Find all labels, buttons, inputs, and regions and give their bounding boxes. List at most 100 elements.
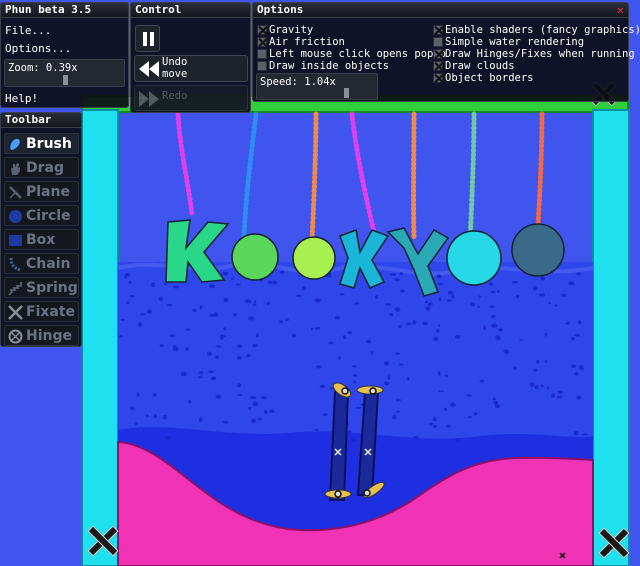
water-droplet xyxy=(384,381,390,386)
water-droplet xyxy=(548,302,551,305)
app-title: Phun beta 3.5 xyxy=(1,3,128,18)
water-droplet xyxy=(529,382,535,387)
pause-button[interactable] xyxy=(135,25,160,52)
water-droplet xyxy=(489,305,495,309)
water-droplet xyxy=(138,322,142,327)
water-droplet xyxy=(130,406,135,411)
water-droplet xyxy=(338,356,341,360)
checkbox-unchecked-icon[interactable] xyxy=(257,49,267,59)
tool-spring[interactable]: Spring xyxy=(4,277,79,298)
control-title: Control xyxy=(131,3,250,18)
water-droplet xyxy=(319,384,326,388)
checkbox-checked-icon[interactable] xyxy=(433,73,443,83)
zoom-slider[interactable]: Zoom: 0.39x xyxy=(4,59,125,87)
file-menu-item[interactable]: File... xyxy=(5,23,51,39)
water-droplet xyxy=(252,401,259,406)
tool-chain[interactable]: Chain xyxy=(4,253,79,274)
toolbar-panel: Toolbar Brush Drag Plane Circle Box Chai… xyxy=(0,112,82,347)
water-droplet xyxy=(285,318,289,322)
checkbox-checked-icon[interactable] xyxy=(257,25,267,35)
water-droplet xyxy=(146,309,152,314)
help-menu-item[interactable]: Help! xyxy=(5,91,38,107)
checkbox-checked-icon[interactable] xyxy=(257,37,267,47)
close-icon[interactable]: ✕ xyxy=(617,4,624,16)
water-droplet xyxy=(407,377,410,381)
water-droplet xyxy=(162,415,167,420)
water-droplet xyxy=(199,305,203,310)
tool-fixate[interactable]: Fixate xyxy=(4,301,79,322)
water-droplet xyxy=(339,293,345,296)
right-cyan-wall[interactable] xyxy=(592,109,630,566)
tool-hinge[interactable]: Hinge xyxy=(4,325,79,346)
checkbox-checked-icon[interactable] xyxy=(433,25,443,35)
water-droplet xyxy=(534,385,540,390)
rewind-icon xyxy=(139,61,159,77)
fixate-marker-bottom-left[interactable] xyxy=(87,525,117,555)
water-droplet xyxy=(257,417,262,421)
checkbox-unchecked-icon[interactable] xyxy=(433,37,443,47)
water-droplet xyxy=(473,412,478,416)
water-droplet xyxy=(347,330,352,335)
circle-green[interactable] xyxy=(231,233,279,281)
water-droplet xyxy=(389,273,397,276)
checkbox-checked-icon[interactable] xyxy=(433,49,443,59)
control-panel: Control Undo move Redo xyxy=(130,2,251,113)
water-droplet xyxy=(251,418,257,423)
water-droplet xyxy=(120,318,125,321)
water-droplet xyxy=(252,343,258,348)
water-droplet xyxy=(533,368,538,372)
water-droplet xyxy=(237,383,241,388)
water-droplet xyxy=(215,345,222,348)
speed-slider[interactable]: Speed: 1.04x xyxy=(256,73,378,100)
water-droplet xyxy=(296,294,302,297)
fixate-marker-bottom-right[interactable] xyxy=(598,527,628,557)
water-droplet xyxy=(192,308,197,312)
water-droplet xyxy=(317,327,321,330)
circle-cyan[interactable] xyxy=(446,230,502,286)
water-droplet xyxy=(314,298,321,303)
water-droplet xyxy=(180,371,187,377)
speed-slider-thumb[interactable] xyxy=(344,88,349,98)
tool-plane[interactable]: Plane xyxy=(4,181,79,202)
water-droplet xyxy=(316,365,322,369)
water-droplet xyxy=(128,281,132,284)
water-droplet xyxy=(389,313,394,317)
circle-slate[interactable] xyxy=(511,223,565,277)
water-droplet xyxy=(322,413,328,416)
water-droplet xyxy=(467,416,473,419)
checkbox-unchecked-icon[interactable] xyxy=(257,61,267,71)
tool-circle[interactable]: Circle xyxy=(4,205,79,226)
water-droplet xyxy=(350,437,357,442)
water-droplet xyxy=(556,395,563,399)
brush-icon xyxy=(10,138,20,150)
water-droplet xyxy=(124,273,131,277)
water-droplet xyxy=(577,320,582,325)
water-droplet xyxy=(427,302,433,306)
water-droplet xyxy=(328,341,334,345)
left-cyan-wall[interactable] xyxy=(81,109,119,566)
water-droplet xyxy=(253,300,257,303)
water-droplet xyxy=(237,394,243,397)
tool-drag[interactable]: Drag xyxy=(4,157,79,178)
water-droplet xyxy=(513,366,517,370)
water-droplet xyxy=(223,297,229,303)
tool-brush[interactable]: Brush xyxy=(4,133,79,154)
tool-box[interactable]: Box xyxy=(4,229,79,250)
zoom-slider-thumb[interactable] xyxy=(63,75,68,85)
water-droplet xyxy=(496,336,501,341)
water-droplet xyxy=(352,374,358,377)
undo-button[interactable]: Undo move xyxy=(134,55,248,82)
hinge-icon xyxy=(8,329,23,344)
water-droplet xyxy=(356,406,362,409)
redo-button[interactable]: Redo xyxy=(134,85,248,111)
water-droplet xyxy=(544,332,548,337)
water-droplet xyxy=(249,396,257,400)
water-droplet xyxy=(255,333,259,338)
water-droplet xyxy=(511,280,518,284)
water-droplet xyxy=(230,277,234,280)
water-droplet xyxy=(269,409,275,414)
water-droplet xyxy=(165,436,171,440)
checkbox-checked-icon[interactable] xyxy=(433,61,443,71)
circle-lime[interactable] xyxy=(292,236,336,280)
options-menu-item[interactable]: Options... xyxy=(5,41,71,57)
